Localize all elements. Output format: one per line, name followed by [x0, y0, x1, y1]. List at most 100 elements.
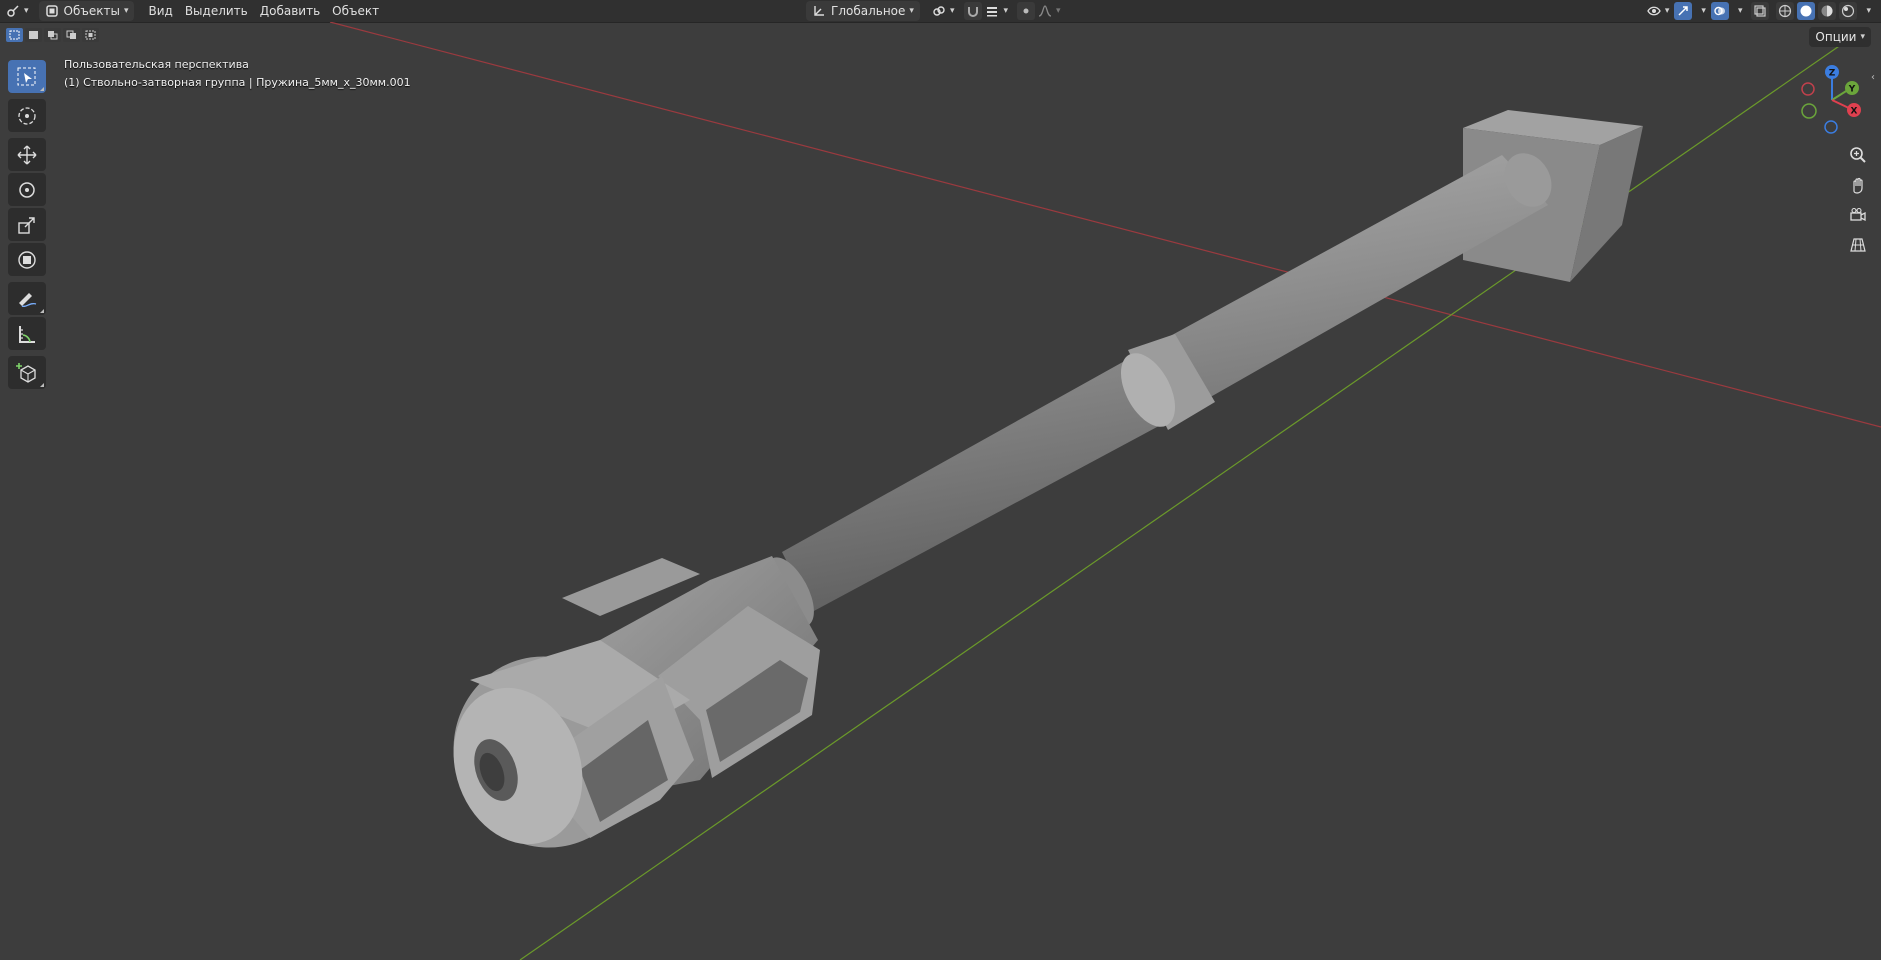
move-icon: [17, 145, 37, 164]
chevron-down-icon: ▾: [909, 6, 914, 16]
tool-transform[interactable]: [8, 243, 46, 276]
viewport-3d-canvas[interactable]: [0, 22, 1881, 960]
snap-target-dropdown[interactable]: ▾: [982, 1, 1011, 21]
solid-shading-icon: [1800, 5, 1812, 17]
chevron-down-icon: ▾: [1701, 6, 1706, 16]
overlays-dropdown[interactable]: ▾: [1732, 1, 1745, 21]
xray-toggle[interactable]: [1751, 2, 1770, 20]
navigation-gizmo[interactable]: Z Y X: [1795, 60, 1865, 140]
orientation-label: Глобальное: [831, 4, 906, 18]
falloff-curve-icon: [1038, 5, 1052, 17]
proportional-editing-toggle[interactable]: [1017, 2, 1035, 20]
tool-measure[interactable]: [8, 317, 46, 350]
object-mode-icon: [45, 5, 58, 17]
magnet-icon: [968, 7, 979, 17]
chevron-down-icon: ▾: [1737, 6, 1743, 16]
scale-icon: [18, 216, 35, 234]
zoom-view-button[interactable]: [1845, 142, 1871, 168]
tool-annotate[interactable]: [8, 282, 46, 315]
hand-icon: [1853, 177, 1863, 194]
orientation-icon: [814, 6, 824, 16]
tool-select-box[interactable]: [8, 60, 46, 93]
select-invert-button[interactable]: [63, 28, 80, 42]
annotate-pencil-icon: [19, 292, 37, 307]
menu-object[interactable]: Объект: [326, 1, 385, 21]
active-object-info: (1) Ствольно-затворная группа | Пружина_…: [64, 76, 411, 89]
gizmo-dropdown[interactable]: ▾: [1695, 1, 1708, 21]
gizmo-neg-x[interactable]: [1801, 82, 1815, 96]
chevron-down-icon: ▾: [1664, 6, 1670, 16]
shading-solid-button[interactable]: [1797, 2, 1816, 20]
shading-wireframe-button[interactable]: [1776, 2, 1795, 20]
tool-rotate[interactable]: [8, 173, 46, 206]
menu-add[interactable]: Добавить: [254, 1, 326, 21]
select-invert-icon: [66, 30, 76, 39]
zoom-icon: [1850, 147, 1866, 163]
eye-icon: [1647, 6, 1661, 16]
select-extend-button[interactable]: [25, 28, 42, 42]
menu-select[interactable]: Выделить: [179, 1, 254, 21]
chevron-down-icon: ▾: [123, 6, 129, 16]
chevron-down-icon: ▾: [949, 6, 955, 16]
rifle-barrel-model[interactable]: [427, 110, 1643, 874]
select-intersect-button[interactable]: [82, 28, 99, 42]
viewport-header: ▾ Объекты ▾ Вид Выделить Добавить Объект…: [0, 0, 1881, 23]
select-subtract-button[interactable]: [44, 28, 61, 42]
pan-view-button[interactable]: [1845, 172, 1871, 198]
mode-dropdown[interactable]: Объекты ▾: [38, 1, 135, 21]
wireframe-shading-icon: [1779, 4, 1792, 18]
menu-view[interactable]: Вид: [142, 1, 178, 21]
transform-icon: [18, 250, 36, 269]
tool-cursor[interactable]: [8, 99, 46, 132]
tool-add-cube[interactable]: [8, 356, 46, 389]
camera-icon: [1850, 207, 1866, 222]
gizmo-y-label: Y: [1848, 85, 1856, 95]
camera-view-button[interactable]: [1845, 202, 1871, 228]
select-new-button[interactable]: [6, 28, 23, 42]
gizmo-neg-y[interactable]: [1801, 103, 1817, 119]
overlays-icon: [1714, 6, 1725, 16]
x-axis-line: [329, 22, 1881, 428]
shading-rendered-button[interactable]: [1839, 2, 1858, 20]
chevron-down-icon: ▾: [1056, 6, 1061, 16]
editor-type-button[interactable]: ▾: [0, 1, 35, 21]
snap-toggle[interactable]: [964, 2, 983, 20]
chevron-down-icon: ▾: [1860, 32, 1865, 42]
falloff-dropdown[interactable]: ▾: [1035, 1, 1064, 21]
gizmo-icon: [1678, 6, 1689, 16]
chevron-down-icon: ▾: [1866, 6, 1871, 16]
rotate-icon: [19, 181, 35, 198]
cursor-icon: [18, 106, 36, 125]
transform-controls: Глобальное ▾ ▾ ▾ ▾: [802, 1, 1064, 21]
pivot-point-dropdown[interactable]: ▾: [926, 1, 961, 21]
shading-material-button[interactable]: [1818, 2, 1837, 20]
chevron-down-icon: ▾: [1003, 6, 1008, 16]
editor-type-icon: [7, 5, 19, 17]
options-label: Опции: [1815, 30, 1857, 44]
toggle-ortho-button[interactable]: [1845, 232, 1871, 258]
mode-label: Объекты: [63, 4, 120, 18]
pivot-icon: [933, 6, 945, 16]
rendered-shading-icon: [1842, 4, 1855, 18]
tool-scale[interactable]: [8, 208, 46, 241]
selection-mode-group: [6, 28, 99, 42]
view-perspective-label: Пользовательская перспектива: [64, 58, 249, 71]
tool-shelf: [8, 60, 46, 391]
chevron-down-icon: ▾: [24, 6, 29, 16]
tool-move[interactable]: [8, 138, 46, 171]
select-extend-icon: [29, 31, 38, 39]
overlays-toggle[interactable]: [1710, 2, 1729, 20]
gizmo-neg-z[interactable]: [1824, 120, 1838, 134]
visibility-dropdown[interactable]: ▾: [1645, 1, 1672, 21]
select-intersect-icon: [85, 30, 96, 40]
sidebar-toggle-arrow[interactable]: ‹: [1871, 72, 1881, 88]
proportional-edit-icon: [1023, 8, 1029, 14]
options-dropdown[interactable]: Опции ▾: [1809, 27, 1871, 47]
select-subtract-icon: [48, 31, 58, 40]
snap-increment-icon: [987, 7, 998, 17]
grid-perspective-icon: [1850, 238, 1866, 252]
transform-orientation-dropdown[interactable]: Глобальное ▾: [806, 1, 920, 21]
gizmo-toggle[interactable]: [1674, 2, 1693, 20]
shading-dropdown[interactable]: ▾: [1860, 1, 1873, 21]
select-new-icon: [9, 30, 20, 40]
